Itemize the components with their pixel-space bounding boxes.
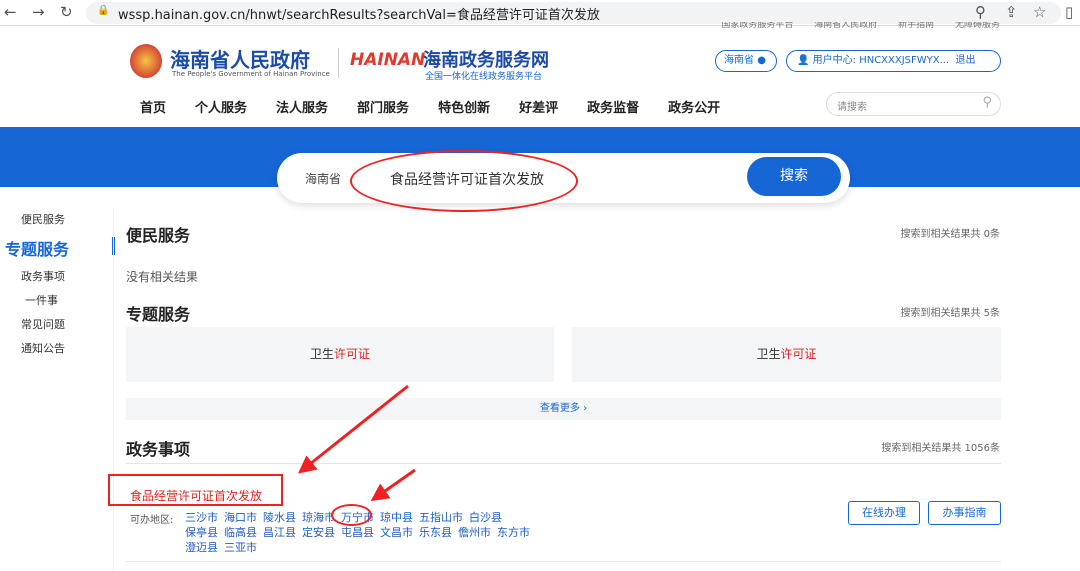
arrow [297, 384, 409, 474]
annotation-arrows [297, 384, 416, 502]
arrow [370, 468, 416, 502]
